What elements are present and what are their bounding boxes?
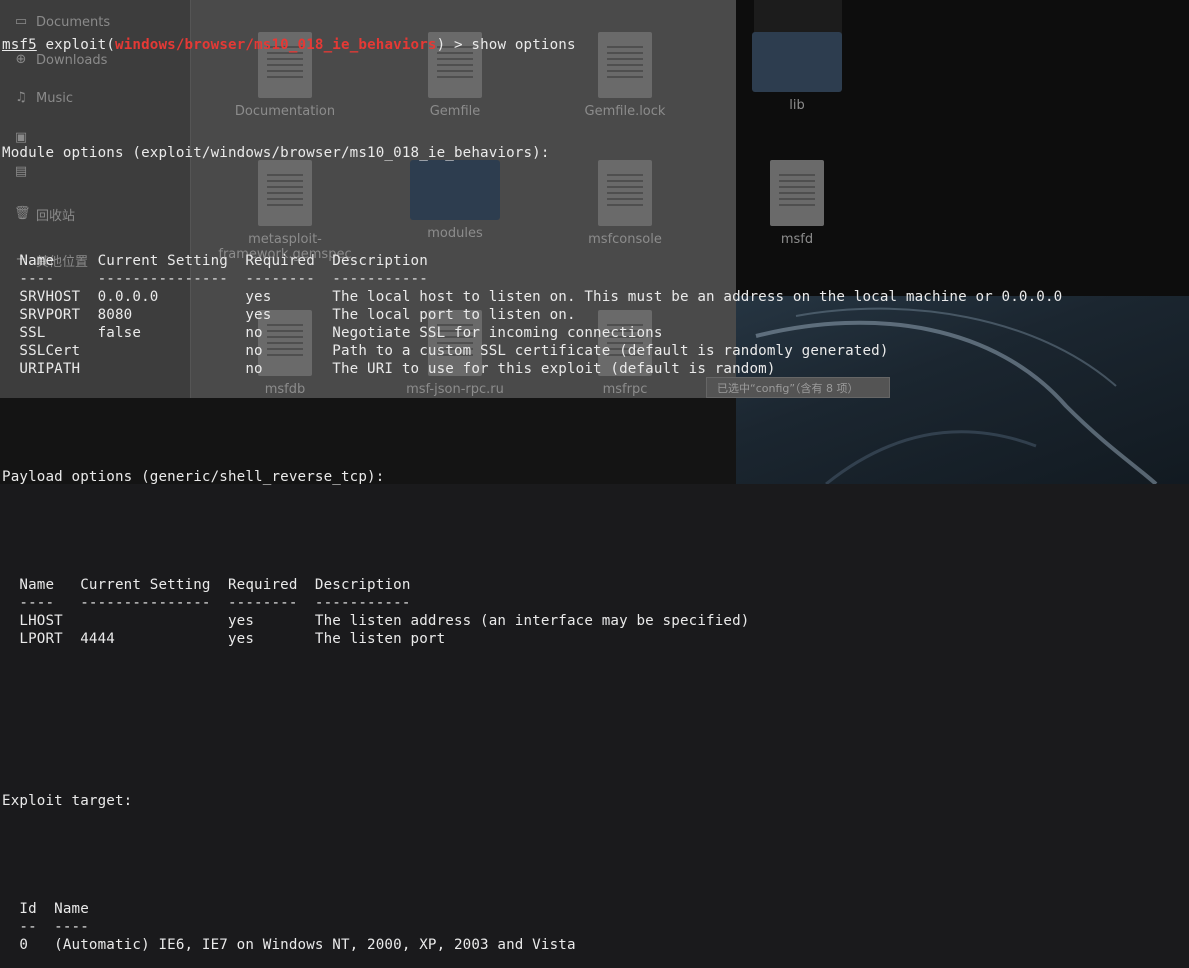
prompt-prefix: exploit( [36,37,116,53]
payload-option-row: LPORT 4444 yes The listen port [2,631,446,647]
table-underline: ---- --------------- -------- ----------… [2,595,411,611]
module-option-row: SSLCert no Path to a custom SSL certific… [2,343,889,359]
table-header: Name Current Setting Required Descriptio… [2,577,411,593]
terminal-output: msf5 exploit(windows/browser/ms10_018_ie… [2,0,1189,953]
module-option-row: SRVHOST 0.0.0.0 yes The local host to li… [2,289,1063,305]
module-options-title: Module options (exploit/windows/browser/… [2,145,550,161]
exploit-target-table: Id Name -- ---- 0 (Automatic) IE6, IE7 o… [2,900,1189,954]
target-row: 0 (Automatic) IE6, IE7 on Windows NT, 20… [2,937,576,953]
prompt-module: windows/browser/ms10_018_ie_behaviors [115,37,437,53]
module-option-row: SSL false no Negotiate SSL for incoming … [2,325,663,341]
exploit-target-title: Exploit target: [2,793,133,809]
table-underline: ---- --------------- -------- ----------… [2,271,428,287]
table-header: Name Current Setting Required Descriptio… [2,253,428,269]
module-option-row: SRVPORT 8080 yes The local port to liste… [2,307,576,323]
payload-option-row: LHOST yes The listen address (an interfa… [2,613,750,629]
payload-options-title: Payload options (generic/shell_reverse_t… [2,469,385,485]
prompt-command: ) > show options [436,37,576,53]
command-prompt-line: msf5 exploit(windows/browser/ms10_018_ie… [2,36,1189,54]
prompt-program: msf5 [2,37,37,53]
module-options-table: Name Current Setting Required Descriptio… [2,252,1189,378]
table-underline: -- ---- [2,919,89,935]
module-option-row: URIPATH no The URI to use for this explo… [2,361,776,377]
payload-options-table: Name Current Setting Required Descriptio… [2,576,1189,648]
table-header: Id Name [2,901,89,917]
